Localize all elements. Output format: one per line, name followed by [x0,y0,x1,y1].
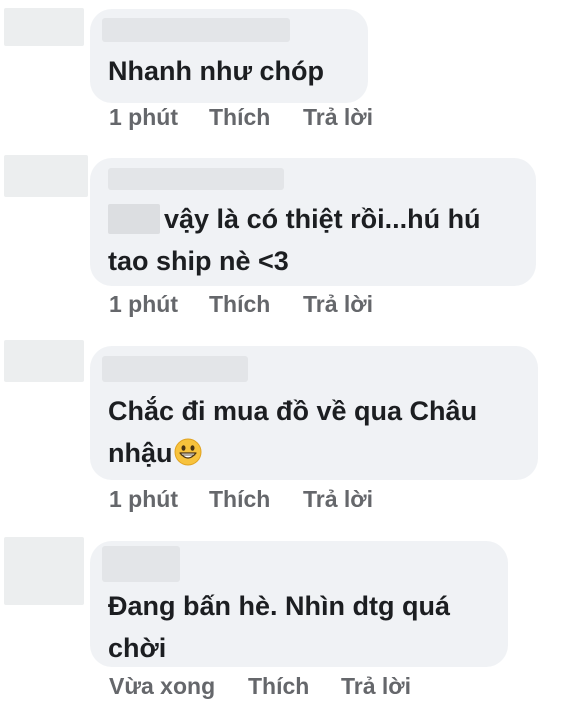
comment-4: Đang bấn hè. Nhìn dtg quá chời Vừa xong … [0,0,580,706]
comment-text-line-1: Đang bấn hè. Nhìn dtg quá [108,591,450,621]
comment-text: Đang bấn hè. Nhìn dtg quá chời [108,585,450,669]
author-name-blurred[interactable] [102,546,180,582]
avatar[interactable] [4,537,84,605]
comment-bubble: Đang bấn hè. Nhìn dtg quá chời [90,541,508,667]
timestamp: Vừa xong [109,673,216,699]
comment-text-line-2: chời [108,633,167,663]
reply-button[interactable]: Trả lời [341,673,411,700]
like-button[interactable]: Thích [248,673,309,700]
